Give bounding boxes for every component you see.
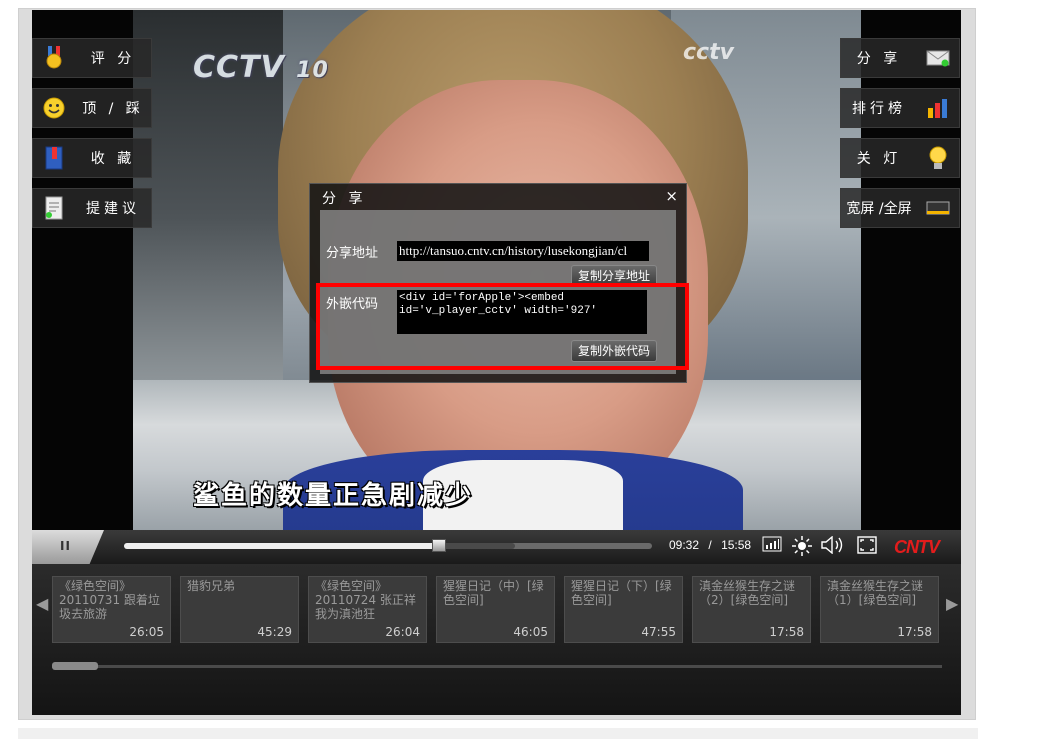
ranking-label: 排行榜: [852, 101, 906, 117]
suggest-label: 提建议: [86, 201, 140, 217]
playlist-item[interactable]: 《绿色空间》20110724 张正祥 我为滇池狂 26:04: [308, 576, 427, 643]
channel-logo: CCTV 10: [193, 50, 329, 85]
envelope-icon: [925, 45, 951, 71]
current-time: 09:32: [669, 538, 700, 552]
ranking-button[interactable]: 排行榜: [840, 88, 960, 128]
playlist-item-title: 《绿色空间》20110724 张正祥 我为滇池狂: [315, 579, 416, 621]
share-url-field[interactable]: http://tansuo.cntv.cn/history/lusekongji…: [397, 241, 649, 261]
control-bar: II 09:32 / 15:58 CNTV: [32, 530, 961, 564]
screen-mode-button[interactable]: 宽屏 /全屏: [840, 188, 960, 228]
playlist-item[interactable]: 猩猩日记（中）[绿色空间] 46:05: [436, 576, 555, 643]
bookmark-icon: [41, 145, 67, 171]
quality-icon[interactable]: [761, 536, 783, 558]
playlist-scrollbar[interactable]: [52, 662, 942, 670]
share-label: 分 享: [856, 51, 902, 67]
screen-mode-label: 宽屏 /全屏: [846, 201, 912, 217]
video-subtitle: 鲨鱼的数量正急剧减少: [193, 481, 474, 511]
related-videos-panel: ◀ ▶ 《绿色空间》20110731 跟着垃圾去旅游 26:05 猎豹兄弟 45…: [32, 564, 961, 715]
seek-bar[interactable]: [124, 539, 652, 552]
playlist-item-duration: 45:29: [257, 625, 292, 639]
total-time: 15:58: [721, 538, 752, 552]
playlist-item-title: 《绿色空间》20110731 跟着垃圾去旅游: [59, 579, 160, 621]
rate-label: 评 分: [90, 51, 136, 67]
widescreen-icon: [925, 195, 951, 221]
lights-off-button[interactable]: 关 灯: [840, 138, 960, 178]
channel-number: 10: [296, 58, 329, 83]
playlist-item-duration: 26:05: [129, 625, 164, 639]
playlist-item-title: 猎豹兄弟: [187, 579, 236, 593]
seek-handle[interactable]: [431, 539, 446, 552]
playlist-item-duration: 17:58: [897, 625, 932, 639]
watermark-logo: cctv: [683, 40, 734, 65]
playlist-item-duration: 47:55: [641, 625, 676, 639]
playlist-scroll-handle[interactable]: [52, 662, 98, 670]
document-icon: [41, 195, 67, 221]
page-bottom-strip: [18, 728, 978, 739]
playlist-item[interactable]: 猎豹兄弟 45:29: [180, 576, 299, 643]
lights-off-label: 关 灯: [856, 151, 902, 167]
suggest-button[interactable]: 提建议: [32, 188, 152, 228]
lightbulb-icon: [925, 145, 951, 171]
playlist-item-title: 猩猩日记（中）[绿色空间]: [443, 579, 544, 607]
share-button[interactable]: 分 享: [840, 38, 960, 78]
playlist-next-icon[interactable]: ▶: [946, 594, 958, 613]
like-dislike-button[interactable]: 顶 / 踩: [32, 88, 152, 128]
fullscreen-icon[interactable]: [856, 536, 878, 558]
share-dialog-title: 分 享: [322, 191, 367, 207]
video-player: CCTV 10 cctv 鲨鱼的数量正急剧减少 评 分 顶 / 踩 收 藏 提建…: [32, 10, 961, 715]
favorite-button[interactable]: 收 藏: [32, 138, 152, 178]
playlist-prev-icon[interactable]: ◀: [36, 594, 48, 613]
seek-played: [124, 543, 439, 549]
playlist-item-title: 猩猩日记（下）[绿色空间]: [571, 579, 672, 607]
time-display: 09:32 / 15:58: [669, 538, 751, 552]
brightness-icon[interactable]: [791, 536, 813, 558]
playlist-item[interactable]: 《绿色空间》20110731 跟着垃圾去旅游 26:05: [52, 576, 171, 643]
playlist-item[interactable]: 滇金丝猴生存之谜（1）[绿色空间] 17:58: [820, 576, 939, 643]
playlist-item-duration: 46:05: [513, 625, 548, 639]
playlist-item-title: 滇金丝猴生存之谜（1）[绿色空间]: [827, 579, 924, 607]
medal-icon: [41, 45, 67, 71]
highlight-box: [316, 283, 689, 370]
bar-chart-icon: [925, 95, 951, 121]
share-url-label: 分享地址: [326, 246, 379, 261]
close-icon[interactable]: ×: [665, 187, 678, 205]
rate-button[interactable]: 评 分: [32, 38, 152, 78]
pause-icon: II: [60, 539, 71, 553]
playlist-item-duration: 17:58: [769, 625, 804, 639]
channel-logo-text: CCTV: [193, 50, 285, 85]
volume-icon[interactable]: [820, 535, 843, 558]
playlist-item-duration: 26:04: [385, 625, 420, 639]
playlist-item[interactable]: 滇金丝猴生存之谜（2）[绿色空间] 17:58: [692, 576, 811, 643]
smiley-icon: [41, 95, 67, 121]
time-separator: /: [708, 538, 712, 552]
playlist-item-title: 滇金丝猴生存之谜（2）[绿色空间]: [699, 579, 796, 607]
like-dislike-label: 顶 / 踩: [82, 101, 144, 117]
favorite-label: 收 藏: [90, 151, 136, 167]
playlist-item[interactable]: 猩猩日记（下）[绿色空间] 47:55: [564, 576, 683, 643]
pause-button[interactable]: II: [32, 530, 104, 564]
brand-logo: CNTV: [894, 537, 940, 557]
